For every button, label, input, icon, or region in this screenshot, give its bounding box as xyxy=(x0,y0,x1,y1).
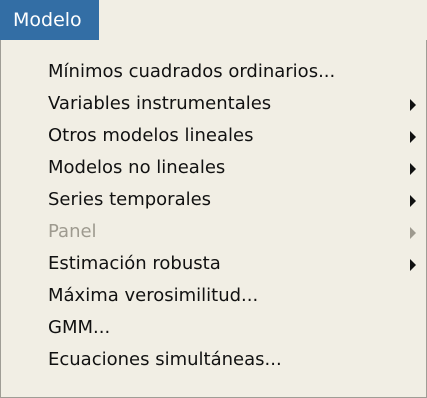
menu-item-label: Estimación robusta xyxy=(48,253,221,274)
menu-item-gmm[interactable]: GMM... xyxy=(1,313,426,343)
submenu-arrow-icon xyxy=(410,227,416,239)
menu-item-other-linear-models[interactable]: Otros modelos lineales xyxy=(1,121,426,151)
menu-item-robust-estimation[interactable]: Estimación robusta xyxy=(1,249,426,279)
menu-item-simultaneous-equations[interactable]: Ecuaciones simultáneas... xyxy=(1,345,426,375)
submenu-arrow-icon xyxy=(410,195,416,207)
menu-item-label: Ecuaciones simultáneas... xyxy=(48,349,282,370)
menu-item-ols[interactable]: Mínimos cuadrados ordinarios... xyxy=(1,57,426,87)
submenu-arrow-icon xyxy=(410,131,416,143)
menu-bar: Modelo xyxy=(0,0,427,41)
menu-item-label: Variables instrumentales xyxy=(48,93,272,114)
menu-item-nonlinear-models[interactable]: Modelos no lineales xyxy=(1,153,426,183)
screen: Modelo Mínimos cuadrados ordinarios... V… xyxy=(0,0,427,398)
submenu-arrow-icon xyxy=(410,163,416,175)
menu-item-label: Otros modelos lineales xyxy=(48,125,254,146)
modelo-dropdown-menu: Mínimos cuadrados ordinarios... Variable… xyxy=(0,40,427,398)
menu-item-label: Panel xyxy=(48,221,97,242)
menu-modelo-title[interactable]: Modelo xyxy=(0,0,99,40)
menu-item-time-series[interactable]: Series temporales xyxy=(1,185,426,215)
menu-item-label: Mínimos cuadrados ordinarios... xyxy=(48,61,336,82)
submenu-arrow-icon xyxy=(410,259,416,271)
menu-item-maximum-likelihood[interactable]: Máxima verosimilitud... xyxy=(1,281,426,311)
menu-item-label: Modelos no lineales xyxy=(48,157,226,178)
menu-item-panel: Panel xyxy=(1,217,426,247)
menu-item-label: Series temporales xyxy=(48,189,212,210)
menu-item-label: GMM... xyxy=(48,317,111,338)
menu-item-instrumental-variables[interactable]: Variables instrumentales xyxy=(1,89,426,119)
menu-item-label: Máxima verosimilitud... xyxy=(48,285,259,306)
submenu-arrow-icon xyxy=(410,99,416,111)
